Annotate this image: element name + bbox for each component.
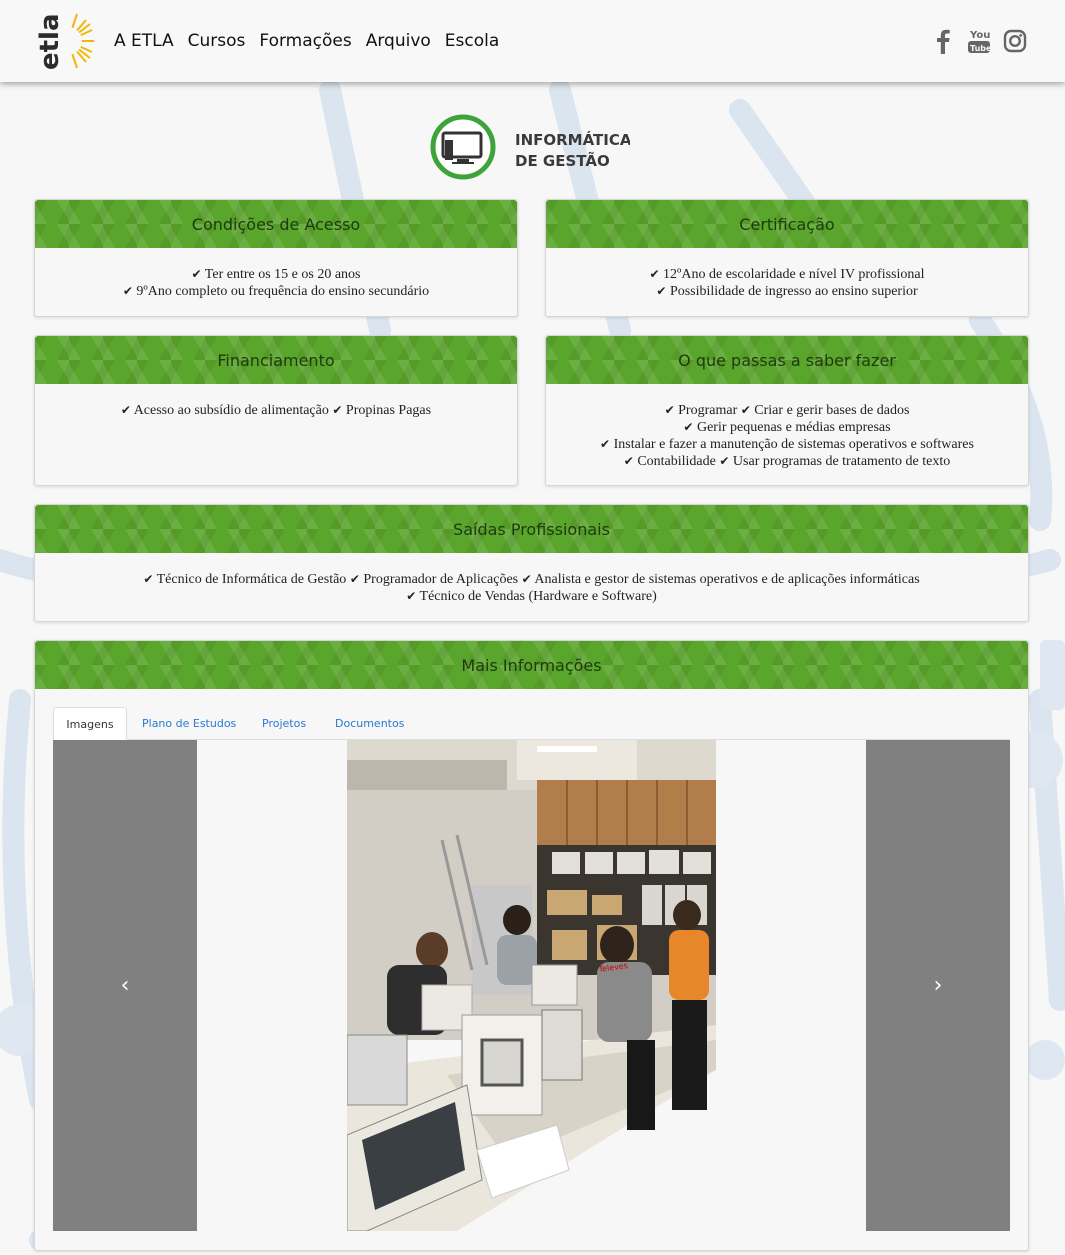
image-carousel: ‹ Televes ›	[53, 740, 1010, 1231]
panel-header: Certificação	[546, 200, 1028, 248]
panel-title: Mais Informações	[461, 655, 602, 675]
panel-header: Saídas Profissionais	[35, 505, 1028, 553]
panel-saber-fazer: O que passas a saber fazer ✔ Programar ✔…	[545, 335, 1029, 486]
list-item: ✔ Instalar e fazer a manutenção de siste…	[600, 437, 974, 452]
check-icon: ✔	[600, 437, 611, 451]
list-item: ✔ Possibilidade de ingresso ao ensino su…	[656, 284, 918, 299]
nav-link-a-etla[interactable]: A ETLA	[114, 31, 174, 51]
tab-plano-estudos[interactable]: Plano de Estudos	[127, 707, 251, 740]
panel-header: O que passas a saber fazer	[546, 336, 1028, 384]
check-icon: ✔	[623, 454, 634, 468]
chevron-right-icon: ›	[933, 973, 943, 998]
check-icon: ✔	[143, 572, 154, 586]
check-icon: ✔	[740, 403, 751, 417]
tab-projetos[interactable]: Projetos	[247, 707, 321, 740]
svg-text:Tube: Tube	[970, 44, 991, 53]
check-icon: ✔	[406, 589, 417, 603]
check-icon: ✔	[664, 403, 675, 417]
panel-title: Financiamento	[217, 350, 335, 370]
panel-title: O que passas a saber fazer	[678, 350, 896, 370]
panel-body: ✔ Técnico de Informática de Gestão ✔ Pro…	[35, 553, 1028, 615]
course-logo: INFORMÁTICA DE GESTÃO	[430, 112, 632, 184]
list-item: ✔ Programar ✔ Criar e gerir bases de dad…	[664, 403, 910, 418]
tab-documentos[interactable]: Documentos	[320, 707, 419, 740]
tab-imagens[interactable]: Imagens	[53, 707, 127, 740]
panel-body: ✔ 12ºAno de escolaridade e nível IV prof…	[546, 248, 1028, 310]
carousel-photo: Televes	[347, 740, 716, 1231]
etla-logo[interactable]: etla	[34, 10, 98, 72]
nav-link-escola[interactable]: Escola	[445, 31, 500, 51]
list-item: ✔ Ter entre os 15 e os 20 anos	[191, 267, 361, 282]
main-nav: A ETLA Cursos Formações Arquivo Escola	[114, 31, 513, 51]
carousel-next-button[interactable]: ›	[866, 740, 1010, 1231]
panel-mais-informacoes: Mais Informações Imagens Plano de Estudo…	[34, 640, 1029, 1251]
list-item: ✔ Gerir pequenas e médias empresas	[683, 420, 891, 435]
panel-condicoes-acesso: Condições de Acesso ✔ Ter entre os 15 e …	[34, 199, 518, 317]
carousel-prev-button[interactable]: ‹	[53, 740, 197, 1231]
nav-link-arquivo[interactable]: Arquivo	[366, 31, 431, 51]
list-item: ✔ Técnico de Vendas (Hardware e Software…	[406, 589, 657, 604]
panel-body: ✔ Ter entre os 15 e os 20 anos ✔ 9ºAno c…	[35, 248, 517, 310]
check-icon: ✔	[656, 284, 667, 298]
youtube-icon[interactable]: You Tube	[967, 28, 992, 54]
check-icon: ✔	[332, 403, 343, 417]
nav-link-formacoes[interactable]: Formações	[259, 31, 351, 51]
svg-text:DE GESTÃO: DE GESTÃO	[515, 151, 610, 170]
check-icon: ✔	[349, 572, 360, 586]
panel-body: ✔ Acesso ao subsídio de alimentação ✔ Pr…	[35, 384, 517, 429]
list-item: ✔ Técnico de Informática de Gestão ✔ Pro…	[143, 572, 920, 587]
check-icon: ✔	[649, 267, 660, 281]
check-icon: ✔	[122, 284, 133, 298]
panel-financiamento: Financiamento ✔ Acesso ao subsídio de al…	[34, 335, 518, 486]
nav-link-cursos[interactable]: Cursos	[188, 31, 246, 51]
check-icon: ✔	[719, 454, 730, 468]
facebook-icon[interactable]	[931, 28, 955, 54]
check-icon: ✔	[120, 403, 131, 417]
svg-text:You: You	[969, 30, 990, 41]
chevron-left-icon: ‹	[120, 973, 130, 998]
svg-text:INFORMÁTICA: INFORMÁTICA	[515, 130, 630, 149]
list-item: ✔ 12ºAno de escolaridade e nível IV prof…	[649, 267, 925, 282]
panel-title: Condições de Acesso	[191, 214, 361, 234]
panel-saidas-profissionais: Saídas Profissionais ✔ Técnico de Inform…	[34, 504, 1029, 622]
instagram-icon[interactable]	[1003, 28, 1027, 54]
social-links: You Tube	[931, 28, 1027, 54]
svg-text:etla: etla	[35, 13, 65, 70]
panel-header: Condições de Acesso	[35, 200, 517, 248]
panel-header: Financiamento	[35, 336, 517, 384]
info-tabs: Imagens Plano de Estudos Projetos Docume…	[53, 707, 1010, 740]
check-icon: ✔	[521, 572, 532, 586]
panel-header: Mais Informações	[35, 641, 1028, 689]
check-icon: ✔	[683, 420, 694, 434]
top-navbar: etla A ETLA Cursos Formações Arquivo Esc…	[0, 0, 1065, 82]
list-item: ✔ Contabilidade ✔ Usar programas de trat…	[623, 454, 951, 469]
panel-title: Saídas Profissionais	[453, 519, 610, 539]
panel-body: ✔ Programar ✔ Criar e gerir bases de dad…	[546, 384, 1028, 480]
panel-certificacao: Certificação ✔ 12ºAno de escolaridade e …	[545, 199, 1029, 317]
list-item: ✔ 9ºAno completo ou frequência do ensino…	[122, 284, 430, 299]
check-icon: ✔	[191, 267, 202, 281]
panel-title: Certificação	[739, 214, 835, 234]
list-item: ✔ Acesso ao subsídio de alimentação ✔ Pr…	[120, 403, 432, 418]
